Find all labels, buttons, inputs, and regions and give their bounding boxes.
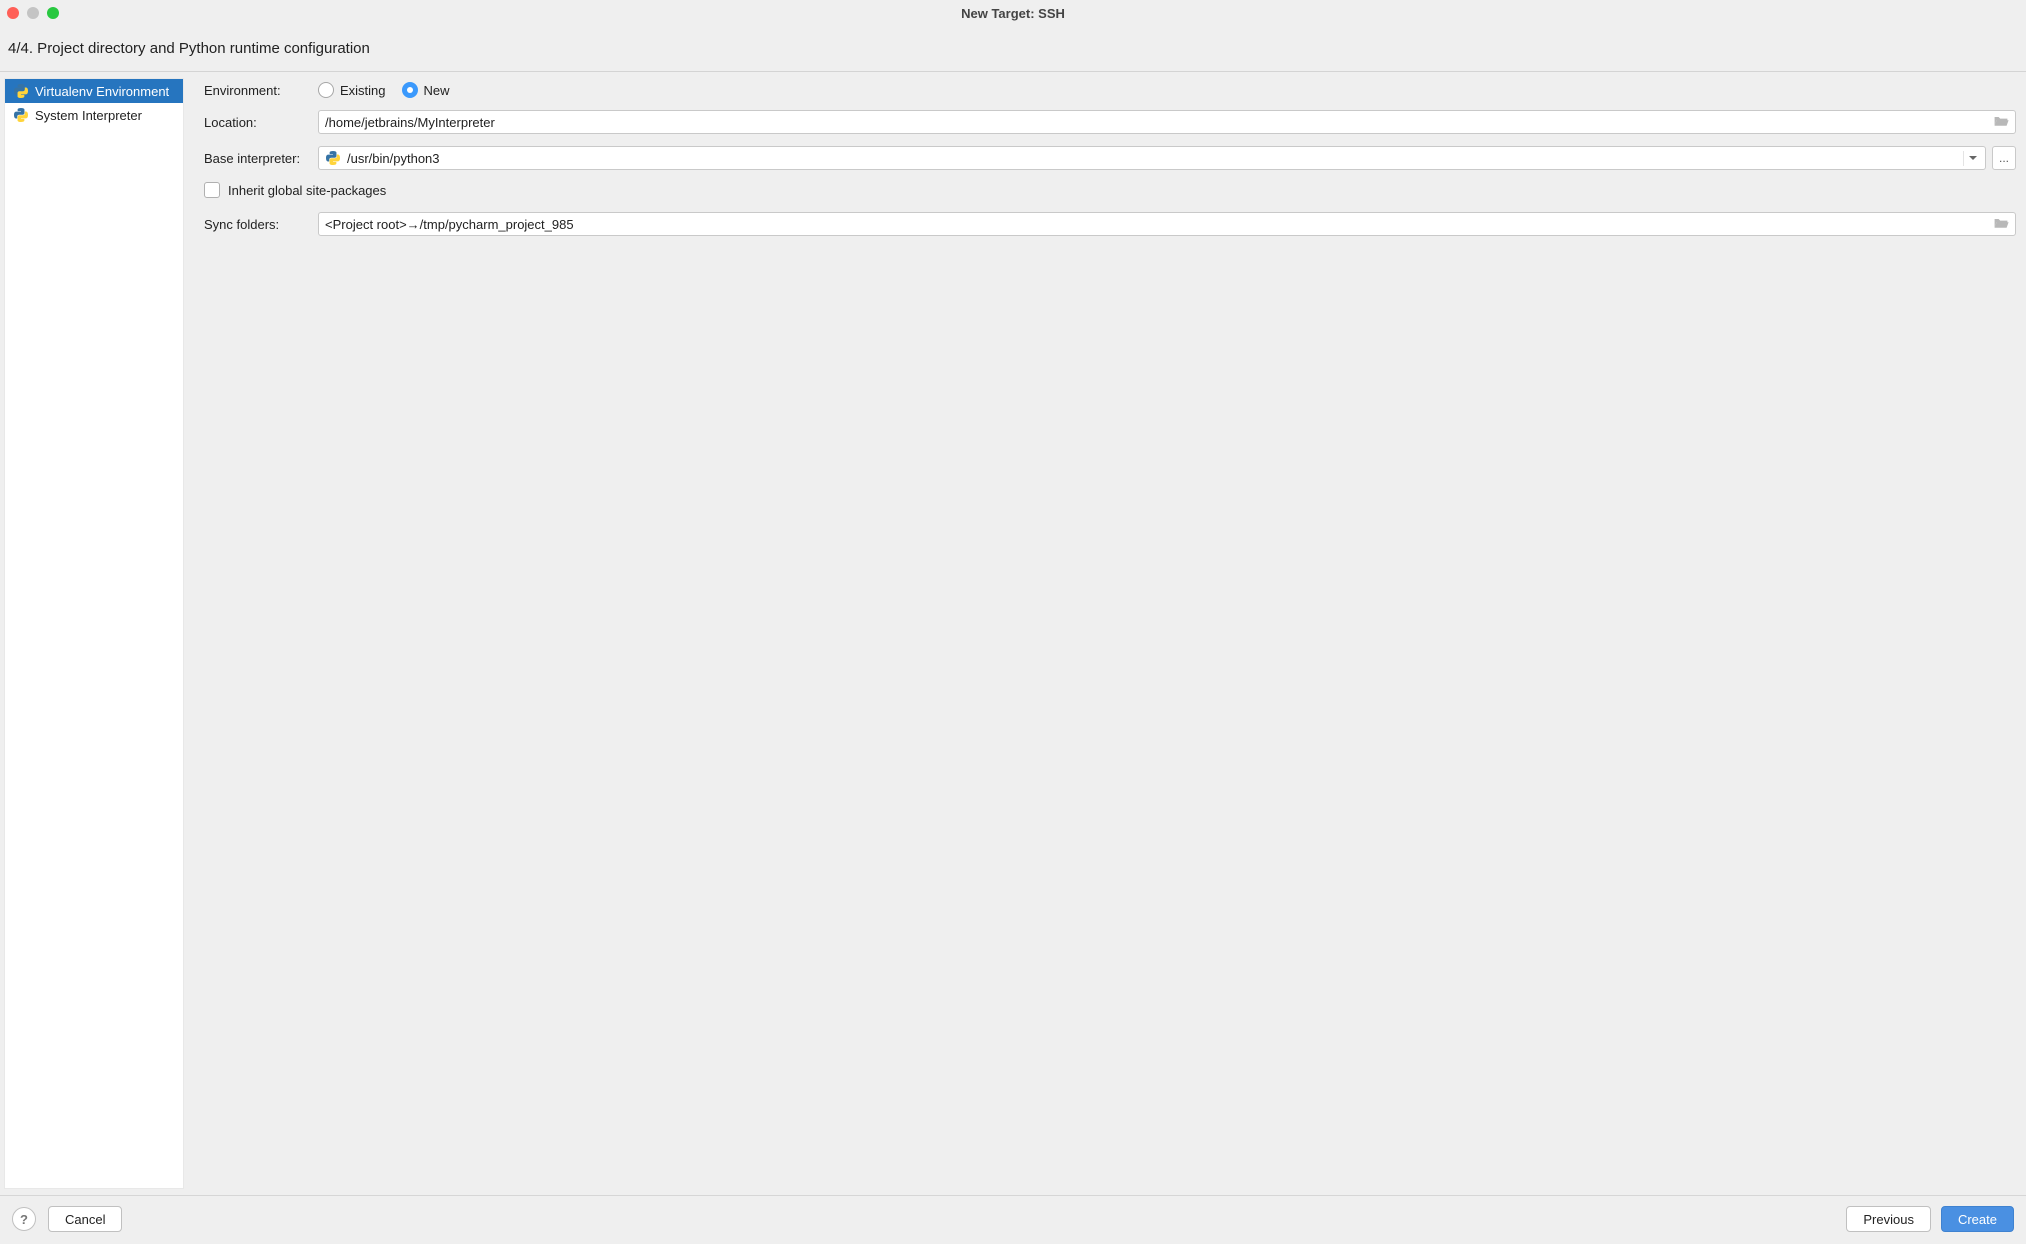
maximize-window-button[interactable] [47, 7, 59, 19]
location-value: /home/jetbrains/MyInterpreter [325, 115, 495, 130]
sidebar-item-label: Virtualenv Environment [35, 84, 169, 99]
location-row: Location: /home/jetbrains/MyInterpreter [204, 110, 2016, 134]
inherit-global-row: Inherit global site-packages [204, 182, 2016, 198]
sidebar-item-system-interpreter[interactable]: System Interpreter [5, 103, 183, 127]
window-controls [7, 7, 59, 19]
environment-row: Environment: Existing New [204, 82, 2016, 98]
sidebar-item-virtualenv[interactable]: Virtualenv Environment [5, 79, 183, 103]
window-title: New Target: SSH [0, 6, 2026, 21]
radio-existing-label: Existing [340, 83, 386, 98]
cancel-button-label: Cancel [65, 1212, 105, 1227]
chevron-down-icon [1963, 151, 1981, 166]
dialog-window: New Target: SSH 4/4. Project directory a… [0, 0, 2026, 1244]
sync-folders-value: <Project root>→/tmp/pycharm_project_985 [325, 217, 574, 232]
folder-open-icon[interactable] [1993, 114, 2009, 131]
base-interpreter-browse-button[interactable]: ... [1992, 146, 2016, 170]
python-virtualenv-icon [13, 83, 29, 99]
location-label: Location: [204, 115, 318, 130]
sync-folders-label: Sync folders: [204, 217, 318, 232]
previous-button[interactable]: Previous [1846, 1206, 1931, 1232]
base-interpreter-row: Base interpreter: /usr/bin/python3 ... [204, 146, 2016, 170]
wizard-step-title: 4/4. Project directory and Python runtim… [0, 26, 2026, 72]
radio-new-label: New [424, 83, 450, 98]
radio-new[interactable]: New [402, 82, 450, 98]
previous-button-label: Previous [1863, 1212, 1914, 1227]
radio-circle-icon [318, 82, 334, 98]
base-interpreter-combobox[interactable]: /usr/bin/python3 [318, 146, 1986, 170]
close-window-button[interactable] [7, 7, 19, 19]
sidebar-item-label: System Interpreter [35, 108, 142, 123]
python-icon [13, 107, 29, 123]
folder-open-icon[interactable] [1993, 216, 2009, 233]
titlebar: New Target: SSH [0, 0, 2026, 26]
location-input[interactable]: /home/jetbrains/MyInterpreter [318, 110, 2016, 134]
sync-folders-input[interactable]: <Project root>→/tmp/pycharm_project_985 [318, 212, 2016, 236]
base-interpreter-field-wrap: /usr/bin/python3 ... [318, 146, 2016, 170]
base-interpreter-value: /usr/bin/python3 [347, 151, 1963, 166]
create-button[interactable]: Create [1941, 1206, 2014, 1232]
create-button-label: Create [1958, 1212, 1997, 1227]
radio-circle-icon [402, 82, 418, 98]
environment-label: Environment: [204, 83, 318, 98]
sync-folders-row: Sync folders: <Project root>→/tmp/pychar… [204, 212, 2016, 236]
help-icon: ? [20, 1212, 28, 1227]
python-icon [325, 150, 341, 166]
minimize-window-button[interactable] [27, 7, 39, 19]
inherit-global-checkbox[interactable] [204, 182, 220, 198]
form-panel: Environment: Existing New Location: /ho [190, 72, 2026, 1195]
help-button[interactable]: ? [12, 1207, 36, 1231]
main-content: Virtualenv Environment System Interprete… [0, 72, 2026, 1195]
interpreter-type-sidebar: Virtualenv Environment System Interprete… [4, 78, 184, 1189]
dialog-footer: ? Cancel Previous Create [0, 1195, 2026, 1244]
base-interpreter-label: Base interpreter: [204, 151, 318, 166]
environment-radio-group: Existing New [318, 82, 450, 98]
ellipsis-icon: ... [1999, 151, 2009, 165]
inherit-global-label: Inherit global site-packages [228, 183, 386, 198]
radio-existing[interactable]: Existing [318, 82, 386, 98]
cancel-button[interactable]: Cancel [48, 1206, 122, 1232]
